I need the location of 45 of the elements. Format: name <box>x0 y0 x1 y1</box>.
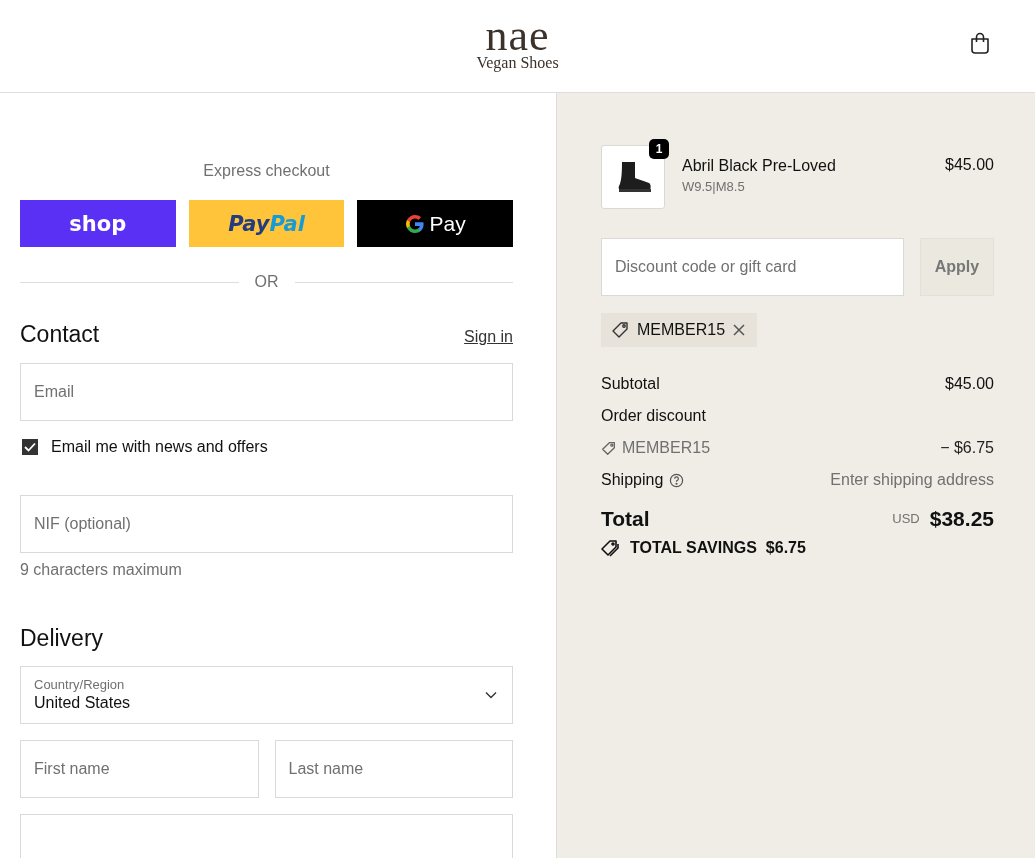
sign-in-link[interactable]: Sign in <box>464 328 513 346</box>
newsletter-label: Email me with news and offers <box>51 438 268 456</box>
express-checkout-title: Express checkout <box>202 161 331 181</box>
g-logo-icon <box>404 213 425 234</box>
close-icon[interactable] <box>733 324 746 336</box>
shipping-value: Enter shipping address <box>830 470 994 490</box>
total-savings-label: TOTAL SAVINGS <box>630 539 757 557</box>
google-pay-button[interactable]: Pay <box>357 200 513 247</box>
subtotal-value: $45.00 <box>945 374 994 394</box>
first-name-field[interactable]: First name <box>20 740 259 798</box>
nif-hint: 9 characters maximum <box>20 561 183 579</box>
total-savings-value: $6.75 <box>765 539 806 557</box>
order-discount-label: Order discount <box>601 406 706 426</box>
discount-code-tag: MEMBER15 <box>601 313 758 347</box>
address-field[interactable] <box>20 814 513 858</box>
subtotal-label: Subtotal <box>601 374 660 394</box>
country-select[interactable]: Country/Region United States <box>20 666 513 724</box>
product-name: Abril Black Pre-Loved <box>682 156 837 176</box>
apply-button[interactable]: Apply <box>920 238 994 296</box>
product-variant: W9.5|M8.5 <box>682 179 746 194</box>
discount-code: MEMBER15 <box>622 438 711 458</box>
email-field[interactable]: Email <box>20 363 513 421</box>
shop-pay-button[interactable]: shop <box>20 200 176 247</box>
tag-icon <box>611 321 629 339</box>
shopping-bag-icon[interactable] <box>969 31 991 55</box>
contact-heading: Contact <box>20 320 100 349</box>
discount-value: − $6.75 <box>940 438 994 458</box>
paypal-button[interactable]: PayPal <box>188 200 345 247</box>
brand-logo[interactable]: nae Vegan Shoes <box>476 19 559 73</box>
total-label: Total <box>601 509 650 529</box>
newsletter-checkbox[interactable] <box>22 439 38 455</box>
discount-code-field[interactable]: Discount code or gift card <box>601 238 904 296</box>
delivery-heading: Delivery <box>20 624 105 653</box>
last-name-field[interactable]: Last name <box>274 740 513 798</box>
tag-icon <box>601 440 616 456</box>
shipping-label: Shipping <box>601 470 664 490</box>
currency-code: USD <box>892 510 920 528</box>
chevron-down-icon <box>485 691 497 699</box>
total-value: $38.25 <box>929 509 994 529</box>
tags-icon <box>601 539 621 557</box>
or-divider-label: OR <box>254 273 279 291</box>
nif-field[interactable]: NIF (optional) <box>20 495 513 553</box>
quantity-badge: 1 <box>649 139 669 159</box>
product-price: $45.00 <box>945 155 994 174</box>
help-icon[interactable] <box>669 472 685 488</box>
